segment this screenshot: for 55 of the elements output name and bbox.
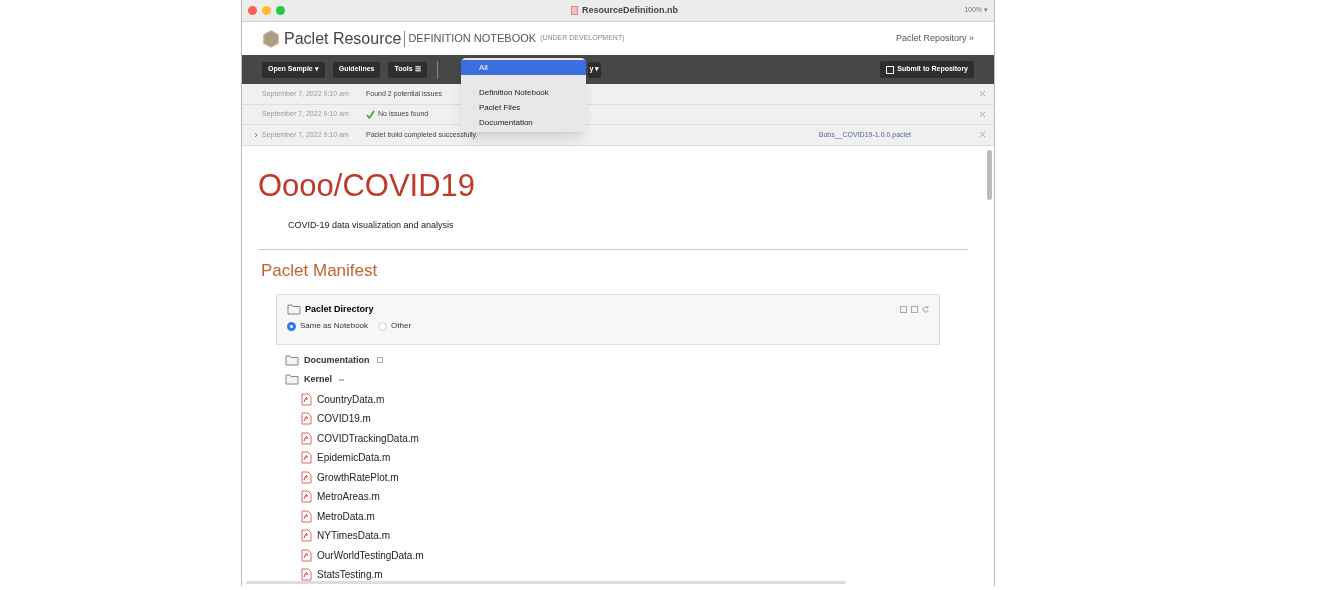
file-name[interactable]: OurWorldTestingData.m (317, 547, 424, 563)
file-icon (301, 490, 312, 504)
logo-icon (262, 29, 280, 48)
notebook-subtitle: DEFINITION NOTEBOOK (408, 31, 537, 47)
file-name[interactable]: MetroAreas.m (317, 489, 380, 505)
file-icon (301, 451, 312, 465)
folder-name[interactable]: Documentation (304, 353, 370, 367)
close-icon[interactable] (248, 6, 257, 15)
menu-item[interactable]: All (461, 60, 586, 75)
document-icon (571, 6, 579, 15)
file-name[interactable]: GrowthRatePlot.m (317, 469, 399, 485)
close-icon[interactable] (979, 110, 986, 118)
scrollbar[interactable] (987, 149, 992, 200)
file-icon (301, 392, 312, 406)
file-icon (301, 431, 312, 445)
file-name[interactable]: EpidemicData.m (317, 450, 391, 466)
radio-button[interactable] (378, 321, 388, 331)
folder-icon (285, 374, 299, 386)
horizontal-scrollbar[interactable] (246, 581, 846, 584)
description: COVID-19 data visualization and analysis (288, 218, 455, 232)
file-name[interactable]: MetroData.m (317, 508, 375, 524)
radio-label: Same as Notebook (300, 320, 369, 332)
folder-icon (285, 354, 299, 366)
file-name[interactable]: StatsTesting.m (317, 567, 383, 583)
window-title: ResourceDefinition.nb (582, 3, 679, 17)
logo-text: Paclet Resource (284, 28, 402, 49)
file-icon (301, 470, 312, 484)
expanded-icon[interactable] (339, 378, 344, 381)
file-name[interactable]: CountryData.m (317, 391, 385, 407)
menu-item[interactable]: Documentation (461, 115, 586, 130)
file-icon (301, 568, 312, 582)
file-icon (301, 412, 312, 426)
folder-name[interactable]: Kernel (304, 373, 332, 387)
expand-icon[interactable] (254, 131, 258, 138)
panel-title: Paclet Directory (305, 302, 374, 316)
refresh-icon[interactable] (922, 305, 929, 313)
file-name[interactable]: NYTimesData.m (317, 528, 390, 544)
radio-button[interactable] (287, 321, 296, 331)
file-icon (301, 548, 312, 562)
file-icon (301, 509, 312, 523)
minimize-icon[interactable] (262, 6, 271, 15)
file-icon (301, 529, 312, 543)
repository-link[interactable]: Paclet Repository » (895, 31, 974, 46)
folder-icon (287, 303, 301, 315)
radio-label: Other (391, 320, 412, 332)
file-name[interactable]: COVIDTrackingData.m (317, 430, 419, 446)
close-icon[interactable] (979, 90, 986, 98)
zoom-icon[interactable] (276, 6, 285, 15)
close-icon[interactable] (979, 131, 986, 139)
collapsed-icon[interactable] (376, 357, 383, 364)
menu-item[interactable]: Definition Notebook (461, 85, 586, 100)
menu-item[interactable]: Paclet Files (461, 100, 586, 115)
file-name[interactable]: COVID19.m (317, 411, 371, 427)
notebook-title: Oooo/COVID19 (258, 169, 477, 201)
section-title: Paclet Manifest (261, 260, 379, 282)
